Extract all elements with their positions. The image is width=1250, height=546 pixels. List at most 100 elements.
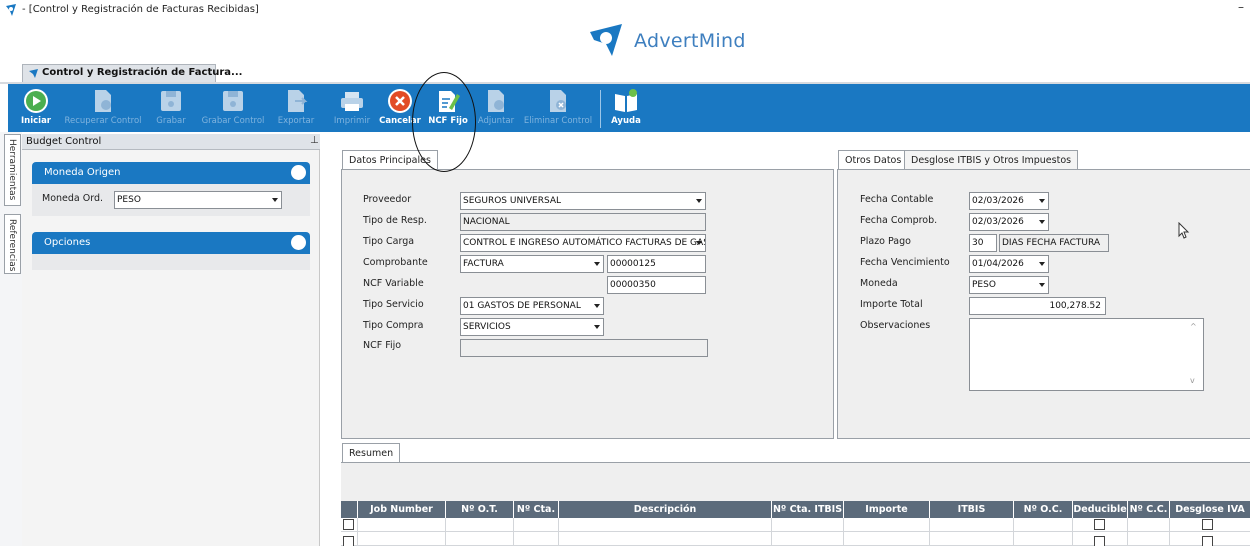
table-header-job-number[interactable]: Job Number [358, 501, 446, 518]
chevron-down-icon [1039, 262, 1045, 266]
otros-datos-panel: Fecha Contable 02/03/2026 Fecha Comprob.… [837, 169, 1250, 439]
iniciar-button[interactable]: Iniciar [16, 84, 56, 132]
chevron-down-icon [594, 262, 600, 266]
ncf-fijo-field[interactable] [460, 339, 708, 357]
imprimir-label: Imprimir [333, 116, 371, 126]
table-cell [1128, 532, 1170, 546]
tab-otros-datos[interactable]: Otros Datos [838, 150, 909, 170]
table-header-cc[interactable]: Nº C.C. [1128, 501, 1170, 518]
deducible-checkbox[interactable] [1094, 536, 1105, 546]
table-header-desglose-iva[interactable]: Desglose IVA [1170, 501, 1250, 518]
table-cell [772, 518, 844, 532]
tipo-carga-label: Tipo Carga [363, 236, 415, 247]
moneda-ord-value: PESO [117, 195, 141, 205]
minimize-button[interactable]: – [1238, 0, 1244, 14]
collapse-icon[interactable] [291, 165, 306, 180]
recuperar-control-button[interactable]: Recuperar Control [60, 84, 146, 132]
tab-herramientas[interactable]: Herramientas [4, 134, 21, 206]
moneda-ord-select[interactable]: PESO [114, 191, 282, 209]
chevron-down-icon [696, 241, 702, 245]
table-cell [446, 518, 514, 532]
observaciones-textarea[interactable] [969, 318, 1204, 391]
deducible-checkbox[interactable] [1094, 519, 1105, 530]
tipo-compra-value: SERVICIOS [463, 322, 511, 332]
tipo-compra-select[interactable]: SERVICIOS [460, 318, 604, 336]
pin-icon[interactable]: ⊥ [310, 135, 319, 146]
fecha-contable-picker[interactable]: 02/03/2026 [969, 192, 1049, 210]
ncf-variable-field[interactable]: 00000350 [607, 276, 706, 294]
play-icon [24, 89, 48, 113]
moneda-origen-header[interactable]: Moneda Origen [32, 162, 310, 184]
ayuda-button[interactable]: Ayuda [606, 84, 646, 132]
tab-referencias[interactable]: Referencias [4, 214, 21, 274]
resumen-panel [341, 462, 1250, 501]
table-header-cta-itbis[interactable]: Nº Cta. ITBIS [772, 501, 844, 518]
eliminar-control-button[interactable]: Eliminar Control [520, 84, 596, 132]
scroll-down-icon[interactable]: v [1190, 376, 1195, 385]
row-select-checkbox[interactable] [343, 519, 354, 530]
adjuntar-button[interactable]: Adjuntar [474, 84, 518, 132]
comprobante-number-field[interactable]: 00000125 [607, 255, 706, 273]
highlight-ring-annotation [412, 72, 476, 172]
table-cell [358, 532, 446, 546]
fecha-comprob-picker[interactable]: 02/03/2026 [969, 213, 1049, 231]
grabar-control-button[interactable]: Grabar Control [198, 84, 268, 132]
table-cell [559, 532, 772, 546]
moneda-origen-body: Moneda Ord. PESO [32, 184, 310, 216]
table-cell [358, 518, 446, 532]
table-row[interactable] [341, 518, 1250, 532]
comprobante-select[interactable]: FACTURA [460, 255, 604, 273]
tipo-carga-select[interactable]: CONTROL E INGRESO AUTOMÁTICO FACTURAS DE… [460, 234, 706, 252]
table-header-ot[interactable]: Nº O.T. [446, 501, 514, 518]
row-select-checkbox[interactable] [343, 536, 354, 546]
table-header-itbis[interactable]: ITBIS [930, 501, 1014, 518]
opciones-title: Opciones [44, 237, 91, 248]
table-header-deducible[interactable]: Deducible [1073, 501, 1128, 518]
fecha-vencimiento-value: 01/04/2026 [972, 259, 1024, 269]
tipo-servicio-label: Tipo Servicio [363, 299, 424, 310]
fecha-contable-label: Fecha Contable [860, 194, 934, 205]
fecha-vencimiento-picker[interactable]: 01/04/2026 [969, 255, 1049, 273]
exportar-button[interactable]: Exportar [270, 84, 322, 132]
tab-desglose-itbis[interactable]: Desglose ITBIS y Otros Impuestos [904, 150, 1079, 170]
document-tab-icon [29, 69, 38, 78]
opciones-header[interactable]: Opciones [32, 232, 310, 254]
importe-total-field[interactable]: 100,278.52 [969, 297, 1106, 315]
mouse-cursor-icon [1178, 222, 1190, 239]
toolbar-separator [600, 90, 601, 128]
proveedor-label: Proveedor [363, 194, 412, 205]
moneda-select[interactable]: PESO [969, 276, 1049, 294]
desglose-iva-checkbox[interactable] [1202, 519, 1213, 530]
tab-herramientas-label: Herramientas [7, 139, 17, 201]
imprimir-button[interactable]: Imprimir [330, 84, 374, 132]
budget-control-panel: Budget Control ⊥ Moneda Origen Moneda Or… [22, 134, 320, 546]
tipo-servicio-select[interactable]: 01 GASTOS DE PERSONAL [460, 297, 604, 315]
document-tab[interactable]: Control y Registración de Factura... [22, 64, 242, 82]
tipo-resp-label: Tipo de Resp. [363, 215, 427, 226]
proveedor-select[interactable]: SEGUROS UNIVERSAL [460, 192, 706, 210]
table-row[interactable] [341, 532, 1250, 546]
adjuntar-label: Adjuntar [477, 116, 515, 126]
desglose-iva-checkbox[interactable] [1202, 536, 1213, 546]
app-logo-icon [6, 4, 16, 16]
tipo-compra-label: Tipo Compra [363, 320, 424, 331]
table-header-descripcion[interactable]: Descripción [559, 501, 772, 518]
table-header-oc[interactable]: Nº O.C. [1014, 501, 1073, 518]
save-control-icon [223, 91, 243, 111]
table-header-importe[interactable]: Importe [844, 501, 930, 518]
table-cell [559, 518, 772, 532]
chevron-down-icon [1039, 199, 1045, 203]
chevron-down-icon [272, 198, 278, 202]
table-header-cta[interactable]: Nº Cta. [514, 501, 559, 518]
plazo-pago-unit: DIAS FECHA FACTURA [999, 234, 1109, 252]
ncf-variable-label: NCF Variable [363, 278, 424, 289]
recover-document-icon [95, 90, 111, 112]
tab-resumen[interactable]: Resumen [342, 443, 401, 463]
fecha-vencimiento-label: Fecha Vencimiento [860, 257, 950, 268]
tab-referencias-label: Referencias [7, 219, 17, 272]
collapse-icon[interactable] [291, 235, 306, 250]
grabar-button[interactable]: Grabar [148, 84, 194, 132]
plazo-pago-field[interactable]: 30 [969, 234, 997, 252]
table-cell [930, 518, 1014, 532]
scroll-up-icon[interactable]: ^ [1190, 322, 1197, 331]
